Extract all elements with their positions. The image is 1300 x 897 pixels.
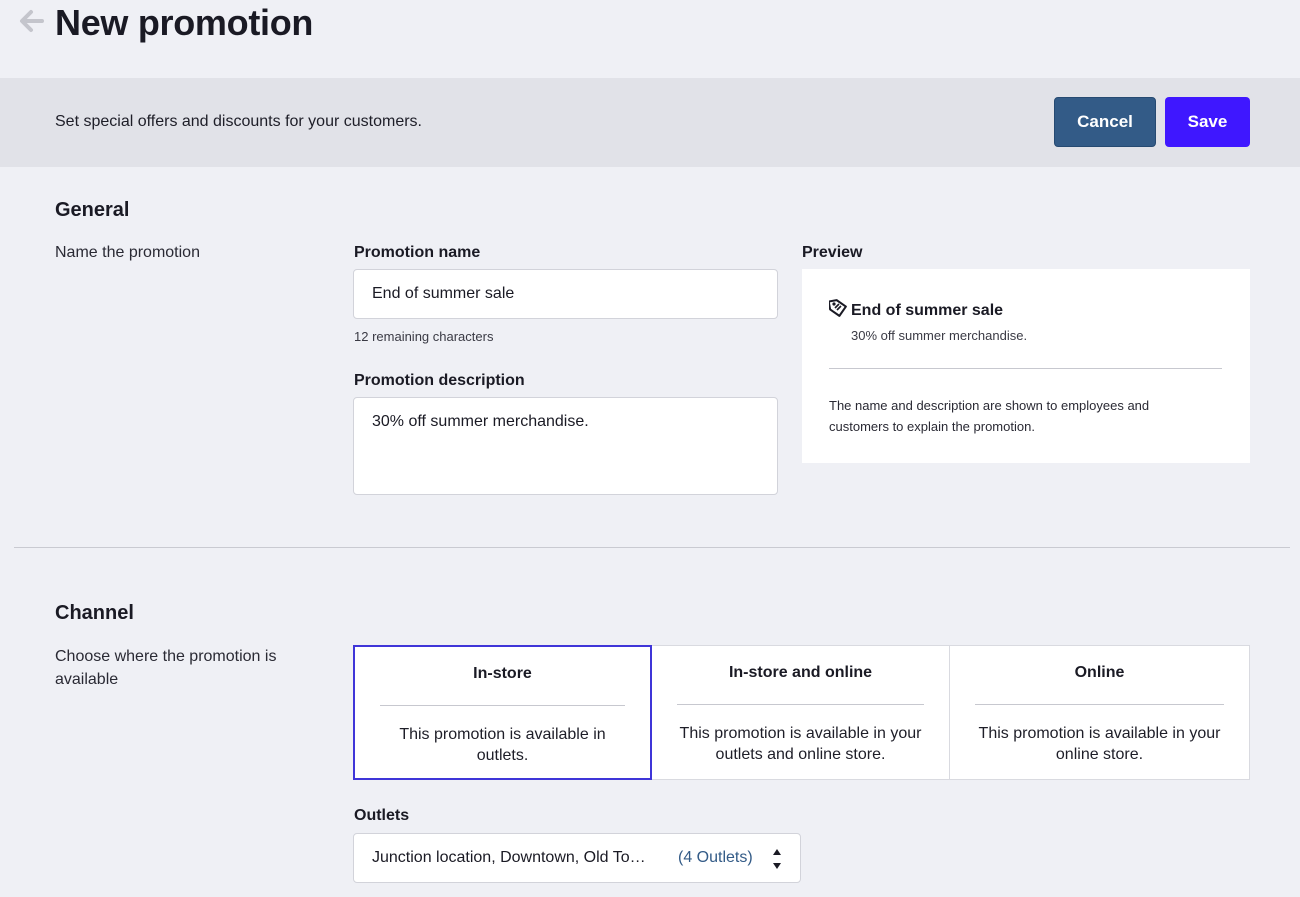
preview-card: End of summer sale 30% off summer mercha…	[802, 269, 1250, 463]
page-title: New promotion	[55, 2, 313, 44]
channel-option-title: In-store	[355, 664, 650, 684]
channel-option-title: Online	[950, 663, 1249, 683]
outlets-select[interactable]: Junction location, Downtown, Old To… (4 …	[353, 833, 801, 883]
channel-option-in-store-and-online[interactable]: In-store and online This promotion is av…	[651, 645, 950, 780]
action-bar: Set special offers and discounts for you…	[0, 78, 1300, 167]
preview-promotion-description: 30% off summer merchandise.	[851, 328, 1027, 344]
channel-section-title: Channel	[55, 601, 134, 625]
preview-note: The name and description are shown to em…	[829, 395, 1179, 437]
section-divider	[14, 547, 1290, 548]
promotion-name-label: Promotion name	[354, 243, 480, 263]
channel-option-divider	[975, 704, 1224, 705]
channel-option-online[interactable]: Online This promotion is available in yo…	[949, 645, 1250, 780]
channel-section-description: Choose where the promotion is available	[55, 645, 315, 691]
channel-option-divider	[380, 705, 625, 706]
remaining-characters-hint: 12 remaining characters	[354, 329, 493, 345]
general-section-description: Name the promotion	[55, 241, 315, 264]
promotion-name-input[interactable]: End of summer sale	[353, 269, 778, 319]
preview-label: Preview	[802, 243, 862, 263]
preview-promotion-name: End of summer sale	[851, 301, 1003, 321]
cancel-button[interactable]: Cancel	[1054, 97, 1156, 147]
page-subtitle: Set special offers and discounts for you…	[55, 112, 422, 132]
promotion-description-textarea[interactable]: 30% off summer merchandise.	[353, 397, 778, 495]
channel-option-description: This promotion is available in your outl…	[672, 723, 929, 765]
tag-icon	[829, 299, 847, 317]
page-header: New promotion	[0, 0, 1300, 78]
general-section-title: General	[55, 198, 129, 222]
channel-option-in-store[interactable]: In-store This promotion is available in …	[353, 645, 652, 780]
preview-divider	[829, 368, 1222, 369]
channel-option-divider	[677, 704, 924, 705]
arrow-left-icon[interactable]	[16, 6, 46, 36]
outlets-label: Outlets	[354, 806, 409, 826]
channel-option-description: This promotion is available in outlets.	[375, 724, 630, 766]
outlets-selected-value: Junction location, Downtown, Old To…	[372, 848, 646, 868]
sort-arrows-icon	[770, 846, 784, 872]
save-button[interactable]: Save	[1165, 97, 1250, 147]
channel-option-title: In-store and online	[652, 663, 949, 683]
channel-option-description: This promotion is available in your onli…	[970, 723, 1229, 765]
promotion-description-label: Promotion description	[354, 371, 525, 391]
outlets-count: (4 Outlets)	[678, 848, 753, 868]
channel-options: In-store This promotion is available in …	[353, 645, 1250, 780]
